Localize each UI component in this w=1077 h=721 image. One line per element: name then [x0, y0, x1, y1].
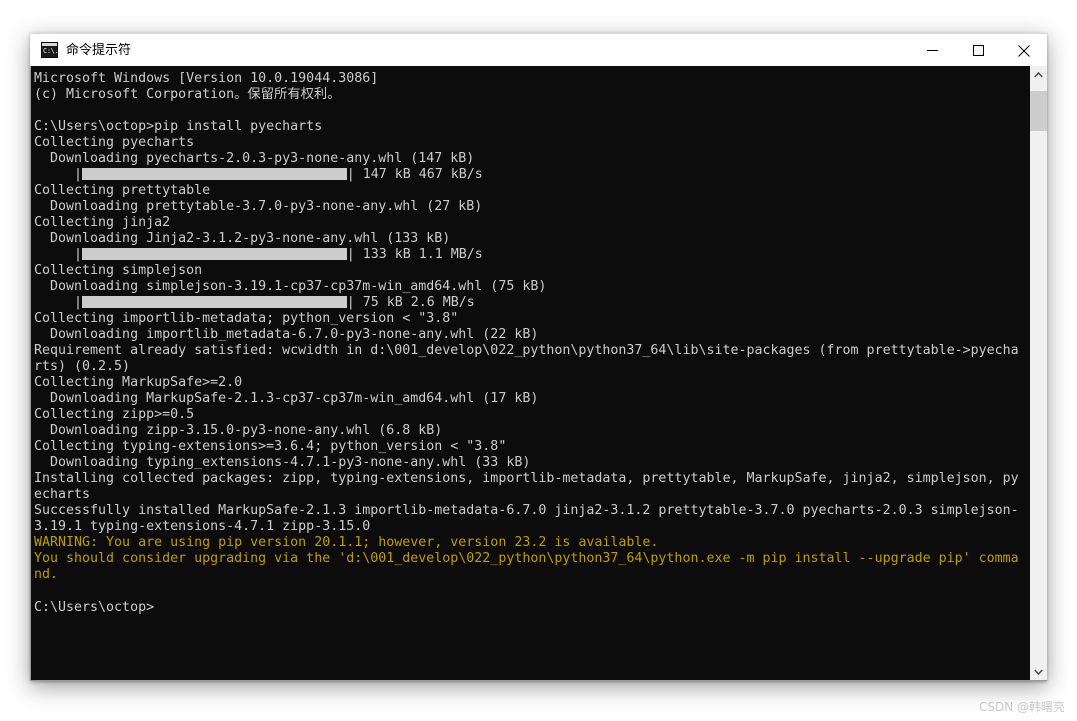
console-line: Collecting jinja2 [34, 215, 1029, 231]
console-line: Microsoft Windows [Version 10.0.19044.30… [34, 71, 1029, 87]
console-line: Requirement already satisfied: wcwidth i… [34, 343, 1029, 359]
console-line: Downloading zipp-3.15.0-py3-none-any.whl… [34, 423, 1029, 439]
progress-prefix: | [34, 247, 82, 262]
console-line: Downloading Jinja2-3.1.2-py3-none-any.wh… [34, 231, 1029, 247]
console-line: Collecting pyecharts [34, 135, 1029, 151]
console-line: Downloading pyecharts-2.0.3-py3-none-any… [34, 151, 1029, 167]
progress-suffix: | 133 kB 1.1 MB/s [347, 247, 483, 262]
console-line: | | 147 kB 467 kB/s [34, 167, 1029, 183]
console-line [34, 103, 1029, 119]
console-line: echarts [34, 487, 1029, 503]
console-line: Successfully installed MarkupSafe-2.1.3 … [34, 503, 1029, 519]
console-line: Downloading importlib_metadata-6.7.0-py3… [34, 327, 1029, 343]
console-line: Collecting simplejson [34, 263, 1029, 279]
console-line: Installing collected packages: zipp, typ… [34, 471, 1029, 487]
csdn-watermark: CSDN @韩曙亮 [979, 698, 1065, 715]
download-progress-bar [82, 248, 347, 260]
cmd-icon-glyph: C:\. [43, 47, 58, 55]
console-line: nd. [34, 567, 1029, 583]
console-area[interactable]: Microsoft Windows [Version 10.0.19044.30… [30, 66, 1047, 681]
minimize-button[interactable] [909, 34, 955, 67]
progress-prefix: | [34, 295, 82, 310]
console-line: (c) Microsoft Corporation。保留所有权利。 [34, 87, 1029, 103]
window-controls [909, 34, 1047, 67]
progress-prefix: | [34, 167, 82, 182]
console-line: Downloading simplejson-3.19.1-cp37-cp37m… [34, 279, 1029, 295]
console-line: You should consider upgrading via the 'd… [34, 551, 1029, 567]
cmd-icon: C:\. [41, 42, 58, 58]
scroll-up-arrow-icon[interactable] [1030, 66, 1047, 83]
console-line: Downloading MarkupSafe-2.1.3-cp37-cp37m-… [34, 391, 1029, 407]
console-line: | | 133 kB 1.1 MB/s [34, 247, 1029, 263]
scrollbar-track[interactable] [1030, 83, 1047, 663]
console-line: Collecting MarkupSafe>=2.0 [34, 375, 1029, 391]
console-line: Downloading prettytable-3.7.0-py3-none-a… [34, 199, 1029, 215]
window-title: 命令提示符 [66, 34, 131, 67]
screenshot-root: C:\. 命令提示符 [0, 0, 1077, 721]
close-button[interactable] [1001, 34, 1047, 67]
command-prompt-window: C:\. 命令提示符 [30, 33, 1047, 681]
console-line: C:\Users\octop> [34, 600, 1029, 616]
console-line: WARNING: You are using pip version 20.1.… [34, 535, 1029, 551]
download-progress-bar [82, 168, 347, 180]
vertical-scrollbar[interactable] [1029, 66, 1047, 680]
console-line: Collecting zipp>=0.5 [34, 407, 1029, 423]
progress-suffix: | 75 kB 2.6 MB/s [347, 295, 475, 310]
console-line: rts) (0.2.5) [34, 359, 1029, 375]
scroll-down-arrow-icon[interactable] [1030, 663, 1047, 680]
maximize-button[interactable] [955, 34, 1001, 67]
window-title-bar[interactable]: C:\. 命令提示符 [30, 33, 1047, 66]
console-line: 3.19.1 typing-extensions-4.7.1 zipp-3.15… [34, 519, 1029, 535]
console-line: Downloading typing_extensions-4.7.1-py3-… [34, 455, 1029, 471]
scrollbar-thumb[interactable] [1030, 91, 1047, 131]
download-progress-bar [82, 296, 347, 308]
console-output[interactable]: Microsoft Windows [Version 10.0.19044.30… [31, 66, 1029, 680]
console-line: | | 75 kB 2.6 MB/s [34, 295, 1029, 311]
console-line: Collecting typing-extensions>=3.6.4; pyt… [34, 439, 1029, 455]
console-line: Collecting prettytable [34, 183, 1029, 199]
console-line: C:\Users\octop>pip install pyecharts [34, 119, 1029, 135]
progress-suffix: | 147 kB 467 kB/s [347, 167, 483, 182]
console-line [34, 584, 1029, 600]
console-line: Collecting importlib-metadata; python_ve… [34, 311, 1029, 327]
